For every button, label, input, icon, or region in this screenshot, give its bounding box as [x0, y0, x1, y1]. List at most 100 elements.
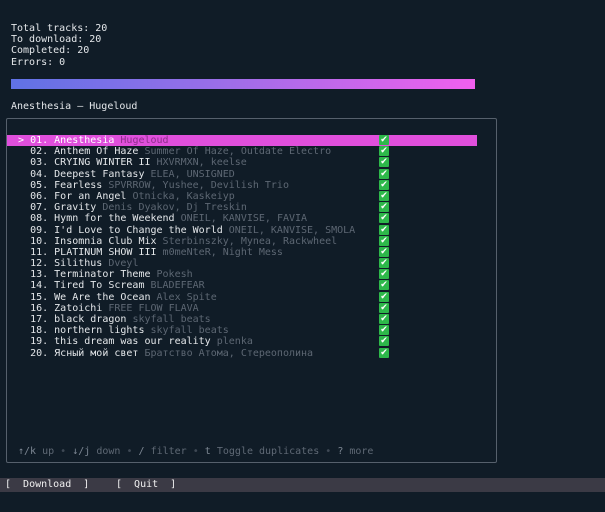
track-number: 08. — [30, 213, 49, 225]
track-row[interactable]: > 20. Ясный мой свет Братство Атома, Сте… — [7, 347, 477, 359]
track-title: We Are the Ocean — [54, 291, 151, 303]
track-row[interactable]: > 09. I'd Love to Change the World ONEIL… — [7, 224, 477, 236]
track-number: 19. — [30, 336, 49, 348]
track-row[interactable]: > 02. Anthem Of Haze Summer Of Haze, Out… — [7, 146, 477, 157]
track-row[interactable]: > 18. northern lights skyfall beats ✔ — [7, 325, 477, 336]
track-row[interactable]: > 15. We Are the Ocean Alex Spite ✔ — [7, 291, 477, 303]
track-number: 12. — [30, 258, 49, 270]
completed-check-icon: ✔ — [379, 168, 389, 179]
track-artist: plenka — [216, 336, 253, 348]
help-key: t — [204, 446, 211, 457]
action-bar: [ Download ] [ Quit ] — [0, 478, 605, 492]
completed-check-icon: ✔ — [379, 146, 389, 157]
quit-button[interactable]: [ Quit ] — [116, 479, 176, 490]
track-text: > 02. Anthem Of Haze Summer Of Haze, Out… — [18, 146, 331, 157]
track-number: 18. — [30, 325, 49, 337]
help-label: more — [349, 446, 374, 457]
completed-check-icon: ✔ — [379, 258, 389, 269]
track-text: > 20. Ясный мой свет Братство Атома, Сте… — [18, 348, 313, 359]
completed-check-icon: ✔ — [379, 347, 389, 358]
track-text: > 05. Fearless SPVRROW, Yushee, Devilish… — [18, 180, 289, 191]
track-row[interactable]: > 03. CRYING WINTER II HXVRMXN, keelse ✔ — [7, 157, 477, 168]
track-row[interactable]: > 10. Insomnia Club Mix Sterbinszky, Myn… — [7, 235, 477, 247]
help-key: / — [138, 446, 145, 457]
track-title: northern lights — [54, 325, 145, 337]
download-progress-bar — [11, 79, 475, 89]
completed-check-icon: ✔ — [379, 179, 389, 190]
track-title: Terminator Theme — [54, 269, 151, 281]
track-artist: Denis Dyakov, Dj Treskin — [102, 202, 247, 214]
completed-check-icon: ✔ — [379, 269, 389, 280]
track-artist: Hugeloud — [120, 135, 169, 146]
help-bar: ↑/k up • ↓/j down • / filter • t Toggle … — [18, 446, 373, 457]
completed-check-icon: ✔ — [379, 190, 389, 201]
completed-check-icon: ✔ — [379, 302, 389, 313]
track-number: 14. — [30, 280, 49, 292]
track-number: 07. — [30, 202, 49, 214]
track-row[interactable]: > 13. Terminator Theme Pokesh ✔ — [7, 269, 477, 280]
track-artist: HXVRMXN, keelse — [156, 157, 247, 169]
track-artist: FREE FLOW FLAVA — [108, 302, 199, 314]
track-title: Silithus — [54, 258, 103, 270]
completed-check-icon: ✔ — [379, 280, 389, 291]
track-artist: Братство Атома, Стереополина — [144, 347, 314, 359]
download-button[interactable]: [ Download ] — [5, 479, 89, 490]
track-text: > 17. black dragon skyfall beats — [18, 314, 211, 325]
track-artist: skyfall beats — [132, 314, 211, 325]
track-number: 17. — [30, 314, 49, 325]
help-separator: • — [325, 446, 332, 457]
track-row[interactable]: > 01. Anesthesia Hugeloud ✔ — [7, 135, 477, 147]
track-row[interactable]: > 14. Tired To Scream BLADEFEAR ✔ — [7, 280, 477, 291]
download-stats: Total tracks: 20 To download: 20 Complet… — [11, 23, 107, 68]
track-title: Gravity — [54, 202, 97, 214]
track-text: > 11. PLATINUM SHOW III m0meNteR, Night … — [18, 247, 283, 258]
help-separator: • — [60, 446, 67, 457]
track-title: Hymn for the Weekend — [54, 213, 175, 225]
track-artist: Sterbinszky, Mynea, Rackwheel — [162, 235, 338, 247]
track-title: black dragon — [54, 314, 127, 325]
track-number: 13. — [30, 269, 49, 281]
track-text: > 08. Hymn for the Weekend ONEIL, KANVIS… — [18, 213, 307, 224]
track-artist: Dveyl — [108, 258, 139, 270]
help-label: up — [42, 446, 55, 457]
selection-cursor: > — [18, 135, 25, 146]
track-number: 03. — [30, 157, 49, 169]
track-row[interactable]: > 07. Gravity Denis Dyakov, Dj Treskin ✔ — [7, 202, 477, 213]
track-row[interactable]: > 04. Deepest Fantasy ELEA, UNSIGNED ✔ — [7, 168, 477, 180]
track-row[interactable]: > 19. this dream was our reality plenka ✔ — [7, 336, 477, 347]
track-row[interactable]: > 06. For an Angel Otnicka, Kaskeiyp ✔ — [7, 190, 477, 202]
track-artist: Otnicka, Kaskeiyp — [132, 190, 235, 202]
track-row[interactable]: > 05. Fearless SPVRROW, Yushee, Devilish… — [7, 179, 477, 191]
track-title: For an Angel — [54, 190, 127, 202]
track-title: Tired To Scream — [54, 280, 145, 292]
errors-stat: Errors: 0 — [11, 56, 66, 68]
track-text: > 04. Deepest Fantasy ELEA, UNSIGNED — [18, 169, 235, 180]
track-row[interactable]: > 17. black dragon skyfall beats ✔ — [7, 314, 477, 325]
completed-check-icon: ✔ — [379, 157, 389, 168]
completed-check-icon: ✔ — [379, 135, 389, 145]
track-list: > 01. Anesthesia Hugeloud ✔ > 02. Anthem O… — [7, 135, 477, 359]
completed-check-icon: ✔ — [379, 314, 389, 324]
track-text: > 15. We Are the Ocean Alex Spite — [18, 292, 217, 303]
help-separator: • — [126, 446, 133, 457]
track-title: Anthem Of Haze — [54, 146, 139, 158]
track-artist: BLADEFEAR — [150, 280, 205, 292]
track-row[interactable]: > 16. Zatoichi FREE FLOW FLAVA ✔ — [7, 302, 477, 314]
track-number: 04. — [30, 168, 49, 180]
track-number: 02. — [30, 146, 49, 158]
track-text: > 14. Tired To Scream BLADEFEAR — [18, 280, 205, 291]
track-row[interactable]: > 08. Hymn for the Weekend ONEIL, KANVIS… — [7, 213, 477, 224]
completed-check-icon: ✔ — [379, 336, 389, 347]
track-row[interactable]: > 11. PLATINUM SHOW III m0meNteR, Night … — [7, 246, 477, 258]
track-title: PLATINUM SHOW III — [54, 246, 157, 258]
help-label: filter — [150, 446, 187, 457]
completed-check-icon: ✔ — [379, 235, 389, 246]
help-key: ↓/j — [72, 446, 91, 457]
total-tracks-stat: Total tracks: 20 — [11, 23, 108, 34]
track-row[interactable]: > 12. Silithus Dveyl ✔ — [7, 258, 477, 269]
completed-check-icon: ✔ — [379, 291, 389, 302]
track-title: I'd Love to Change the World — [54, 224, 223, 236]
track-title: Ясный мой свет — [54, 347, 139, 359]
help-label: Toggle duplicates — [216, 446, 320, 457]
track-title: Zatoichi — [54, 302, 103, 314]
